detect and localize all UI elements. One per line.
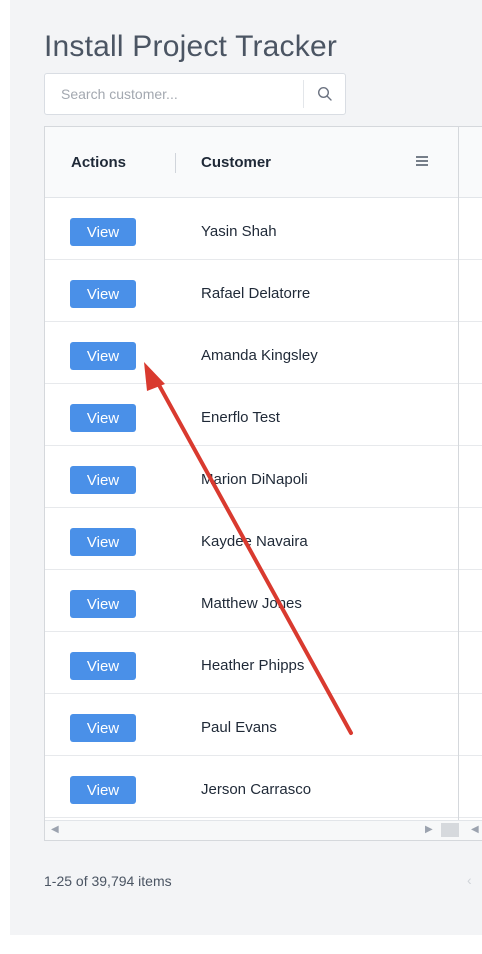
view-button[interactable]: View: [70, 590, 136, 618]
customer-name: Jerson Carrasco: [201, 781, 312, 798]
column-resize-handle[interactable]: [175, 153, 176, 173]
grid-header: Actions Customer: [45, 127, 482, 198]
scroll-left-icon[interactable]: ◀: [51, 824, 59, 835]
search-button[interactable]: [304, 74, 345, 114]
search-box: [44, 73, 346, 115]
table-row: View Heather Phipps: [45, 632, 482, 694]
table-row: View Paul Evans: [45, 694, 482, 756]
page-title: Install Project Tracker: [44, 30, 338, 63]
table-row: View Jerson Carrasco: [45, 756, 482, 818]
table-row: View Matthew Jones: [45, 570, 482, 632]
pinned-column-divider: [458, 127, 459, 820]
table-row: View Yasin Shah: [45, 198, 482, 260]
customer-name: Heather Phipps: [201, 657, 305, 674]
view-button[interactable]: View: [70, 776, 136, 804]
view-button[interactable]: View: [70, 404, 136, 432]
chevron-left-icon[interactable]: ‹: [467, 872, 472, 888]
view-button[interactable]: View: [70, 714, 136, 742]
customer-name: Paul Evans: [201, 719, 277, 736]
menu-icon[interactable]: [415, 154, 429, 168]
horizontal-scrollbar[interactable]: ◀ ▶ ◀: [45, 820, 482, 840]
customer-name: Kaydee Navaira: [201, 533, 308, 550]
table-row: View Kaydee Navaira: [45, 508, 482, 570]
view-button[interactable]: View: [70, 218, 136, 246]
grid-body: View Yasin Shah View Rafael Delatorre Vi…: [45, 198, 482, 818]
view-button[interactable]: View: [70, 280, 136, 308]
pager-summary: 1-25 of 39,794 items: [44, 873, 172, 889]
column-header-customer[interactable]: Customer: [201, 154, 271, 171]
customer-name: Marion DiNapoli: [201, 471, 308, 488]
view-button[interactable]: View: [70, 342, 136, 370]
table-row: View Enerflo Test: [45, 384, 482, 446]
customer-grid: Actions Customer View Yasin Shah View Ra…: [44, 126, 482, 841]
scroll-right-icon[interactable]: ▶: [425, 824, 433, 835]
table-row: View Rafael Delatorre: [45, 260, 482, 322]
table-row: View Amanda Kingsley: [45, 322, 482, 384]
customer-name: Yasin Shah: [201, 223, 277, 240]
table-row: View Marion DiNapoli: [45, 446, 482, 508]
search-icon: [317, 86, 332, 101]
scroll-left-icon[interactable]: ◀: [471, 824, 479, 835]
view-button[interactable]: View: [70, 652, 136, 680]
customer-name: Enerflo Test: [201, 409, 280, 426]
view-button[interactable]: View: [70, 528, 136, 556]
search-input[interactable]: [45, 74, 303, 114]
view-button[interactable]: View: [70, 466, 136, 494]
column-header-actions[interactable]: Actions: [71, 154, 126, 171]
scrollbar-thumb[interactable]: [441, 823, 459, 837]
customer-name: Rafael Delatorre: [201, 285, 311, 302]
customer-name: Amanda Kingsley: [201, 347, 318, 364]
customer-name: Matthew Jones: [201, 595, 302, 612]
